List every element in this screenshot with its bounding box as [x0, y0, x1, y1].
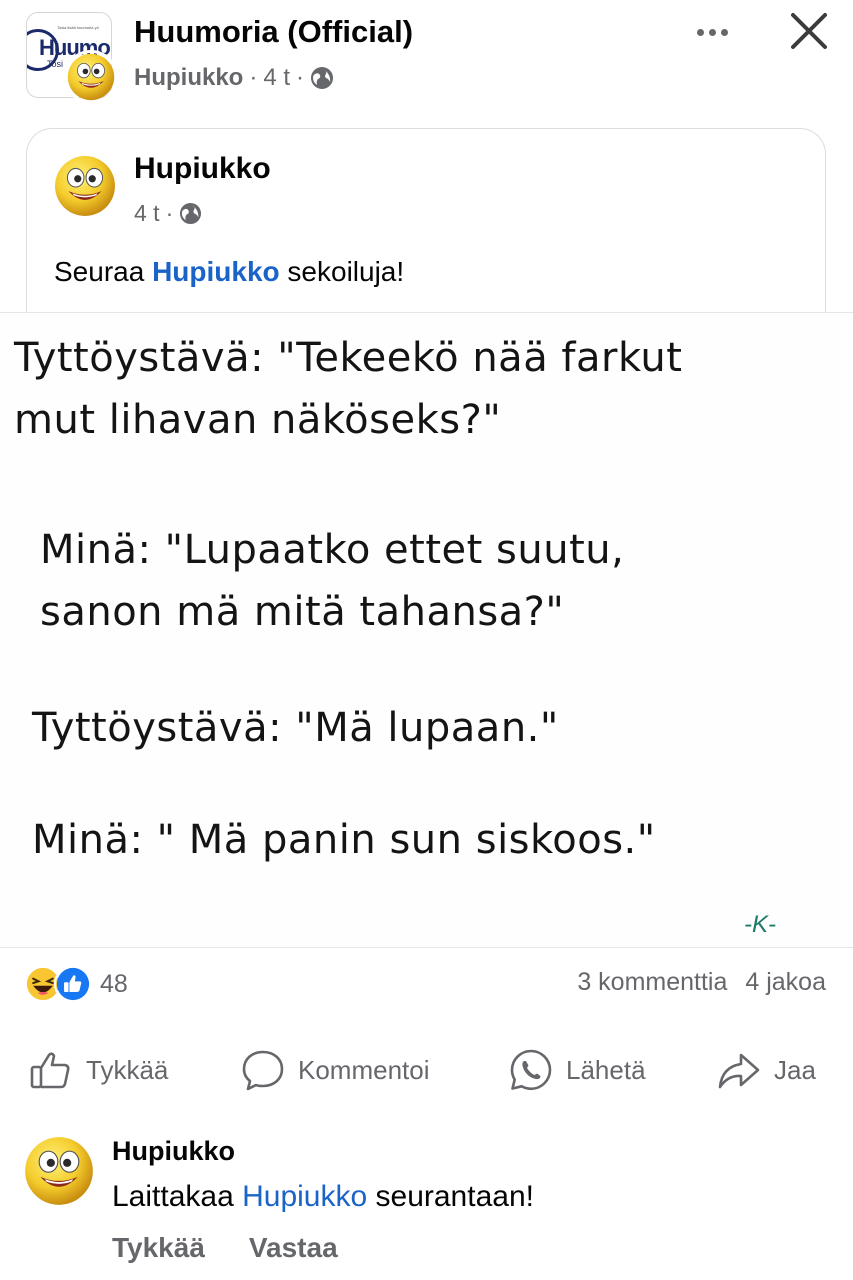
commenter-name[interactable]: Hupiukko: [112, 1136, 235, 1167]
page-title[interactable]: Huumoria (Official): [134, 14, 413, 50]
post-header: Tosia lisää huumoria yö Huumo Tosi Huumo…: [0, 0, 853, 115]
commenter-avatar-icon[interactable]: [24, 1136, 94, 1206]
shared-author-name[interactable]: Hupiukko: [134, 152, 271, 186]
comment-bubble-icon: [242, 1050, 284, 1091]
comments-count-link[interactable]: 3 kommenttia: [577, 968, 727, 997]
shared-author-avatar-icon[interactable]: [54, 155, 116, 217]
separator: ·: [165, 200, 174, 226]
whatsapp-icon: [510, 1049, 552, 1091]
comment-text-after: seurantaan!: [367, 1180, 534, 1213]
like-label: Tykkää: [86, 1054, 169, 1085]
logo-subtext: Tosi: [47, 59, 64, 69]
post-stats: 3 kommenttia 4 jakoa: [577, 968, 826, 997]
separator: ·: [296, 64, 305, 91]
dot: [696, 28, 704, 36]
comment-text: Laittakaa Hupiukko seurantaan!: [112, 1180, 534, 1214]
send-button[interactable]: Lähetä: [508, 1040, 646, 1100]
share-arrow-icon: [718, 1053, 760, 1089]
comment-reply-button[interactable]: Vastaa: [249, 1232, 338, 1264]
thumbs-up-icon: [30, 1052, 70, 1089]
globe-icon: [180, 202, 202, 225]
more-options-button[interactable]: [688, 14, 736, 50]
reaction-count: 48: [100, 969, 128, 998]
reactions-summary[interactable]: 48: [24, 964, 128, 1004]
close-icon[interactable]: [786, 8, 832, 54]
share-label: Jaa: [774, 1054, 816, 1085]
meme-line: Tyttöystävä: "Tekeekö nää farkut: [14, 335, 683, 381]
meme-signature: -K-: [744, 911, 776, 938]
like-icon: [54, 965, 92, 1003]
post-time[interactable]: 4 t: [263, 64, 290, 92]
shared-post-meta: 4 t ·: [134, 200, 202, 227]
comment-text-before: Laittakaa: [112, 1180, 243, 1213]
separator: ·: [249, 64, 258, 91]
post-mention-link[interactable]: Hupiukko: [152, 256, 280, 287]
globe-icon: [311, 67, 334, 89]
send-label: Lähetä: [566, 1054, 646, 1085]
post-text: Seuraa Hupiukko sekoiluja!: [54, 256, 404, 288]
meme-image[interactable]: Tyttöystävä: "Tekeekö nää farkut mut lih…: [0, 312, 853, 948]
dot: [720, 28, 728, 36]
post-text-after: sekoiluja!: [279, 256, 405, 287]
comment-actions: Tykkää Vastaa: [112, 1232, 338, 1264]
comment-label: Kommentoi: [298, 1054, 430, 1085]
meme-line: Tyttöystävä: "Mä lupaan.": [32, 705, 559, 751]
comment-button[interactable]: Kommentoi: [240, 1040, 430, 1100]
like-button[interactable]: Tykkää: [28, 1040, 168, 1100]
author-avatar-smiley-icon[interactable]: [64, 50, 118, 104]
logo-tagline: Tosia lisää huumoria yö: [57, 25, 99, 30]
dot: [708, 28, 716, 36]
shares-count-link[interactable]: 4 jakoa: [745, 968, 826, 997]
comment-mention-link[interactable]: Hupiukko: [242, 1180, 367, 1213]
meme-line: sanon mä mitä tahansa?": [40, 589, 565, 635]
header-meta: Hupiukko · 4 t ·: [134, 64, 334, 92]
share-button[interactable]: Jaa: [716, 1040, 816, 1100]
meme-line: Minä: "Lupaatko ettet suutu,: [40, 527, 625, 573]
header-author[interactable]: Hupiukko: [134, 64, 243, 92]
meme-line: Minä: " Mä panin sun siskoos.": [32, 817, 656, 863]
meme-line: mut lihavan näköseks?": [14, 397, 502, 443]
comment-like-button[interactable]: Tykkää: [112, 1232, 205, 1264]
shared-post-time[interactable]: 4 t: [134, 200, 160, 227]
post-text-before: Seuraa: [54, 256, 153, 287]
action-bar: Tykkää Kommentoi Lähetä Jaa: [0, 1040, 853, 1100]
